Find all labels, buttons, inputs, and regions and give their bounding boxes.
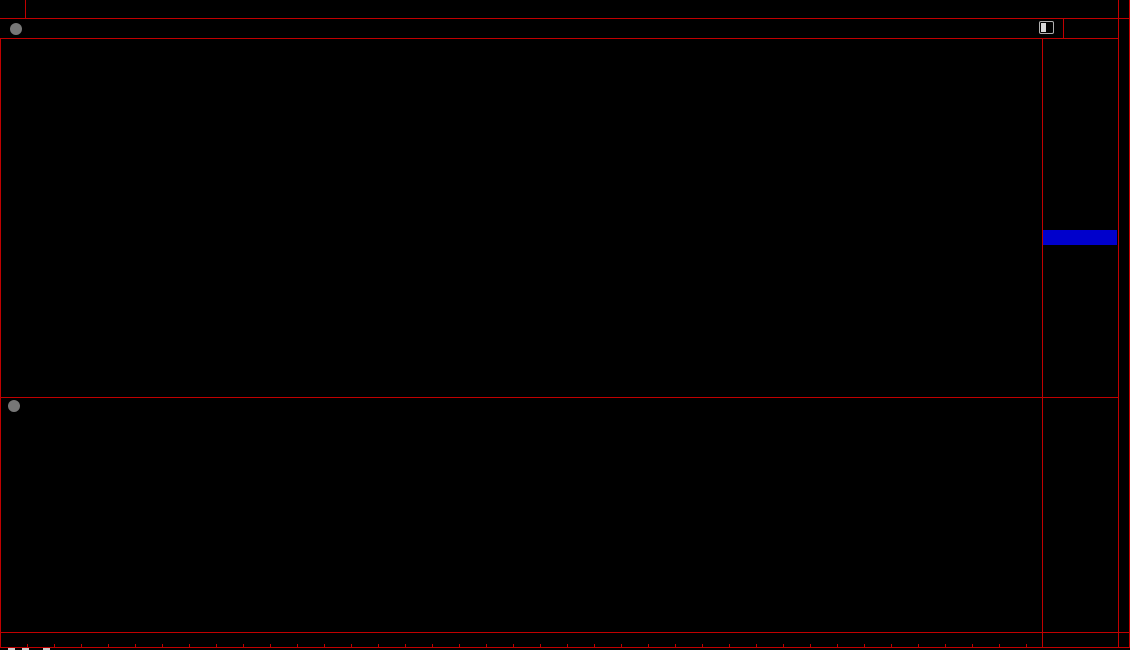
collapse-icon[interactable] (8, 400, 20, 412)
chevron-down-icon[interactable] (10, 23, 22, 35)
minor-ticks (0, 644, 1043, 647)
right-vertical-strip[interactable] (1118, 0, 1129, 650)
chart-frame-left (0, 38, 1, 648)
chart-frame-top (0, 38, 1118, 39)
window-split-icon[interactable] (0, 0, 26, 18)
panel-separator-line (0, 397, 1118, 398)
time-axis[interactable] (0, 632, 1130, 648)
indicator-chart (0, 398, 1118, 632)
period-tabs (26, 0, 32, 18)
panel-layout-icon[interactable] (1039, 21, 1054, 34)
axis-separator-line (1042, 38, 1043, 648)
indicator-header (3, 399, 31, 413)
last-price-tag (1043, 230, 1117, 245)
candlestick-chart (0, 38, 1118, 390)
title-separator-line (1063, 19, 1064, 38)
trading-app-window (0, 0, 1130, 650)
title-icons (1030, 21, 1054, 34)
titlebar (0, 19, 1130, 38)
period-toolbar (0, 0, 1130, 19)
